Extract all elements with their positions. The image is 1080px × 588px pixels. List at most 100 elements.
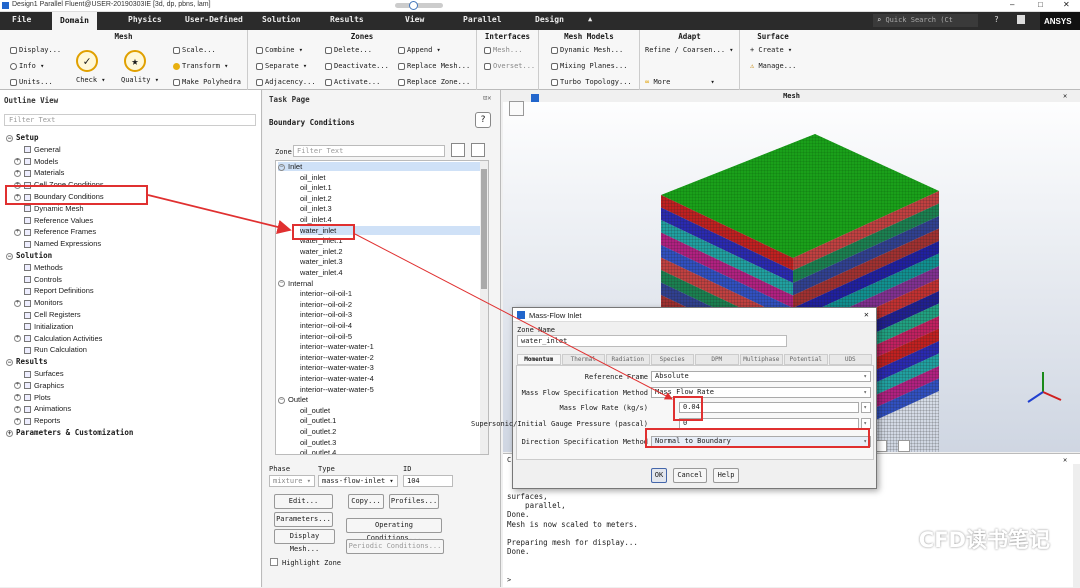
zone-name-field[interactable]: water_inlet xyxy=(517,335,787,347)
overset-button[interactable]: Overset... xyxy=(484,62,535,70)
refine-coarsen-button[interactable]: Refine / Coarsen... ▾ xyxy=(645,46,734,54)
tree-section-setup[interactable]: − Setup xyxy=(6,133,39,142)
dialog-tab-species[interactable]: Species xyxy=(650,354,694,365)
dialog-tab-multiphase[interactable]: Multiphase xyxy=(739,354,783,365)
layout-icon[interactable] xyxy=(1017,15,1025,24)
activate-button[interactable]: Activate... xyxy=(325,78,380,86)
tab-solution[interactable]: Solution xyxy=(262,15,301,24)
zone-group-outlet[interactable]: − Outlet xyxy=(278,395,480,404)
zone-item-interior--oil-oil-4[interactable]: interior--oil-oil-4 xyxy=(300,321,480,330)
check-icon[interactable]: ✓ xyxy=(76,50,98,72)
zone-item-oil_inlet[interactable]: oil_inlet xyxy=(300,173,480,182)
zone-filter-input[interactable]: Filter Text xyxy=(293,145,445,157)
quality-button[interactable]: Quality ▾ xyxy=(121,76,159,84)
tree-item-animations[interactable]: + Animations xyxy=(14,404,71,413)
expand-icon[interactable]: + xyxy=(6,429,13,437)
zone-item-oil_inlet.3[interactable]: oil_inlet.3 xyxy=(300,204,480,213)
zone-list[interactable]: − Inlet oil_inlet oil_inlet.1 oil_inlet.2 oil… xyxy=(275,160,489,455)
expand-icon[interactable]: − xyxy=(6,358,13,366)
tree-item-models[interactable]: + Models xyxy=(14,157,58,166)
separate-button[interactable]: Separate ▾ xyxy=(256,62,307,70)
dialog-tab-thermal[interactable]: Thermal xyxy=(561,354,605,365)
append-button[interactable]: Append ▾ xyxy=(398,46,441,54)
quick-search-input[interactable]: ⌕ Quick Search (Ct xyxy=(873,14,978,27)
tree-item-named-expressions[interactable]: Named Expressions xyxy=(14,239,101,248)
profiles-button[interactable]: Profiles... xyxy=(389,494,439,509)
expand-icon[interactable]: + xyxy=(14,417,21,425)
zone-list-scrollbar[interactable] xyxy=(480,161,488,454)
tree-item-reports[interactable]: + Reports xyxy=(14,416,60,425)
tab-physics[interactable]: Physics xyxy=(128,15,162,24)
tree-section-solution[interactable]: − Solution xyxy=(6,251,52,260)
dialog-tab-momentum[interactable]: Momentum xyxy=(517,354,561,365)
make-polyhedra-button[interactable]: Make Polyhedra xyxy=(173,78,241,86)
expand-icon[interactable]: + xyxy=(14,169,21,177)
zone-item-oil_outlet.1[interactable]: oil_outlet.1 xyxy=(300,416,480,425)
outline-filter-input[interactable]: Filter Text xyxy=(4,114,256,126)
dialog-close-icon[interactable]: ✕ xyxy=(864,310,869,319)
zone-item-oil_inlet.1[interactable]: oil_inlet.1 xyxy=(300,183,480,192)
expand-icon[interactable]: + xyxy=(14,382,21,390)
dialog-tab-uds[interactable]: UDS xyxy=(828,354,872,365)
zone-item-oil_outlet.2[interactable]: oil_outlet.2 xyxy=(300,427,480,436)
expand-icon[interactable]: − xyxy=(6,252,13,260)
console-scrollbar[interactable] xyxy=(1073,464,1080,588)
tree-item-surfaces[interactable]: Surfaces xyxy=(14,369,64,378)
zone-item-interior--water-water-2[interactable]: interior--water-water-2 xyxy=(300,353,480,362)
dialog-tab-potential[interactable]: Potential xyxy=(784,354,828,365)
title-slider[interactable] xyxy=(395,1,443,10)
periodic-conditions-button[interactable]: Periodic Conditions... xyxy=(346,539,444,554)
manage-surface-button[interactable]: ⚠ Manage... xyxy=(750,62,796,70)
console-prompt[interactable]: > xyxy=(507,576,511,584)
quality-icon[interactable]: ★ xyxy=(124,50,146,72)
tree-item-graphics[interactable]: + Graphics xyxy=(14,381,64,390)
tree-item-plots[interactable]: + Plots xyxy=(14,393,51,402)
slider-handle[interactable] xyxy=(409,1,418,10)
expand-icon[interactable]: + xyxy=(14,394,21,402)
maximize-button[interactable]: □ xyxy=(1038,0,1043,9)
tab-design[interactable]: Design xyxy=(535,15,564,24)
zone-item-interior--oil-oil-1[interactable]: interior--oil-oil-1 xyxy=(300,289,480,298)
rate-option-select[interactable]: ▾ xyxy=(861,402,871,413)
dynamic-mesh-button[interactable]: Dynamic Mesh... xyxy=(551,46,623,54)
display-button[interactable]: Display... xyxy=(10,46,61,54)
phase-select[interactable]: mixture ▾ xyxy=(269,475,315,487)
tab-view[interactable]: View xyxy=(405,15,424,24)
zone-item-interior--oil-oil-5[interactable]: interior--oil-oil-5 xyxy=(300,332,480,341)
highlight-zone-checkbox[interactable] xyxy=(270,558,278,566)
zone-item-interior--oil-oil-3[interactable]: interior--oil-oil-3 xyxy=(300,310,480,319)
zone-item-water_inlet.2[interactable]: water_inlet.2 xyxy=(300,247,480,256)
tab-domain[interactable]: Domain xyxy=(52,12,97,30)
scrollbar-thumb[interactable] xyxy=(481,169,487,289)
pane-controls-icon[interactable]: ⊡✕ xyxy=(483,94,491,102)
dialog-behind-button-2[interactable] xyxy=(898,440,910,452)
collapse-icon[interactable]: − xyxy=(278,396,285,404)
tree-item-calculation-activities[interactable]: + Calculation Activities xyxy=(14,334,102,343)
expand-icon[interactable]: + xyxy=(14,228,21,236)
zone-item-interior--water-water-1[interactable]: interior--water-water-1 xyxy=(300,342,480,351)
tree-section-parameters[interactable]: + Parameters & Customization xyxy=(6,428,133,437)
turbo-topology-button[interactable]: Turbo Topology... xyxy=(551,78,632,86)
help-icon[interactable]: ? xyxy=(994,15,999,24)
zone-item-oil_outlet.4[interactable]: oil_outlet.4 xyxy=(300,448,480,454)
tab-file[interactable]: File xyxy=(12,15,31,24)
tree-section-results[interactable]: − Results xyxy=(6,357,48,366)
tab-user-defined[interactable]: User-Defined xyxy=(185,15,243,24)
zone-item-oil_inlet.4[interactable]: oil_inlet.4 xyxy=(300,215,480,224)
info-button[interactable]: Info ▾ xyxy=(10,62,44,70)
display-mesh-button[interactable]: Display Mesh... xyxy=(274,529,335,553)
expand-icon[interactable]: + xyxy=(14,158,21,166)
zone-item-interior--water-water-5[interactable]: interior--water-water-5 xyxy=(300,385,480,394)
help-dialog-button[interactable]: Help xyxy=(713,468,739,483)
console-close-icon[interactable]: ✕ xyxy=(1063,456,1067,464)
tree-item-reference-frames[interactable]: + Reference Frames xyxy=(14,227,96,236)
dialog-tab-dpm[interactable]: DPM xyxy=(695,354,739,365)
tree-item-methods[interactable]: Methods xyxy=(14,263,63,272)
mass-flow-rate-input[interactable]: 0.04 xyxy=(679,402,859,413)
ok-button[interactable]: OK xyxy=(651,468,667,483)
zone-item-oil_outlet[interactable]: oil_outlet xyxy=(300,406,480,415)
tree-item-controls[interactable]: Controls xyxy=(14,275,62,284)
collapse-ribbon-icon[interactable]: ▲ xyxy=(588,15,592,23)
copy-button[interactable]: Copy... xyxy=(348,494,384,509)
zone-item-water_inlet.4[interactable]: water_inlet.4 xyxy=(300,268,480,277)
